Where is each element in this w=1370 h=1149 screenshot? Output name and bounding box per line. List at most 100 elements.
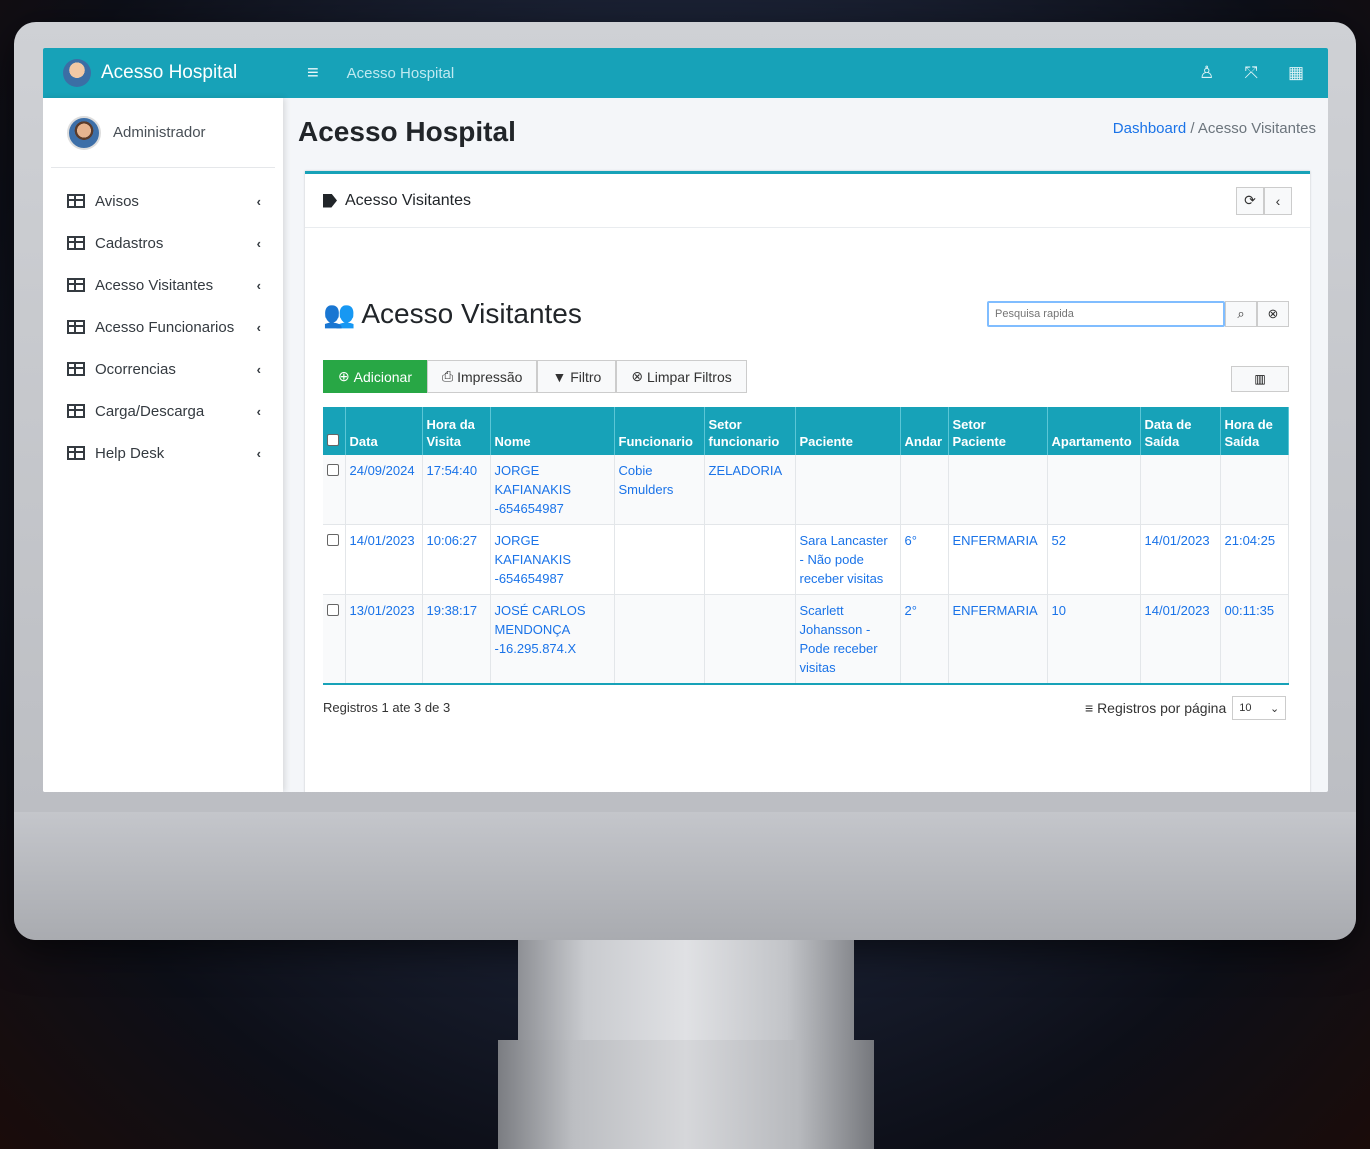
table-icon: [67, 404, 85, 418]
column-header[interactable]: Hora da Visita: [422, 407, 491, 455]
filter-button[interactable]: ▼ Filtro: [537, 360, 617, 393]
table-cell[interactable]: 10:06:27: [422, 524, 491, 595]
table-icon: [67, 236, 85, 250]
menu-toggle-icon[interactable]: ≡: [307, 62, 319, 85]
table-cell[interactable]: ZELADORIA: [704, 455, 796, 525]
table-cell[interactable]: 14/01/2023: [345, 524, 423, 595]
columns-button[interactable]: ▥: [1231, 366, 1289, 392]
table-cell[interactable]: [614, 594, 705, 685]
user-panel[interactable]: Administrador: [51, 98, 275, 168]
per-page-select[interactable]: 10 ⌄: [1232, 696, 1287, 720]
table-cell[interactable]: 52: [1047, 524, 1141, 595]
column-header[interactable]: Apartamento: [1047, 407, 1141, 455]
table-row[interactable]: 14/01/2023 10:06:27 JORGE KAFIANAKIS -65…: [323, 524, 1289, 595]
search-button[interactable]: ⌕: [1225, 301, 1257, 327]
table-cell[interactable]: 17:54:40: [422, 455, 491, 525]
table-row[interactable]: 24/09/2024 17:54:40 JORGE KAFIANAKIS -65…: [323, 455, 1289, 525]
brand[interactable]: Acesso Hospital: [43, 48, 283, 98]
refresh-icon: ⟳: [1244, 192, 1256, 208]
visitors-table: Data Hora da Visita Nome Funcionario Set…: [323, 407, 1289, 685]
table-cell[interactable]: 6°: [900, 524, 949, 595]
add-button[interactable]: ⊕ Adicionar: [323, 360, 427, 393]
per-page-control: ≡ Registros por página 10 ⌄: [1085, 696, 1287, 720]
column-header[interactable]: Andar: [900, 407, 949, 455]
table-cell[interactable]: [614, 524, 705, 595]
column-header[interactable]: Setor Paciente: [948, 407, 1048, 455]
per-page-label: Registros por página: [1097, 700, 1227, 716]
plus-circle-icon: ⊕: [338, 368, 354, 384]
monitor-stand-neck: [518, 940, 854, 1040]
sidebar-item-avisos[interactable]: Avisos ‹: [43, 180, 283, 222]
sidebar-nav: Avisos ‹ Cadastros ‹ Acesso Visitantes ‹ Ac…: [43, 168, 283, 474]
collapse-button[interactable]: ‹: [1264, 186, 1292, 215]
sidebar-item-carga-descarga[interactable]: Carga/Descarga ‹: [43, 390, 283, 432]
brand-logo-icon: [63, 59, 91, 87]
print-button[interactable]: ⎙ Impressão: [427, 360, 538, 393]
refresh-button[interactable]: ⟳: [1236, 186, 1264, 215]
row-select-cell: [323, 594, 346, 685]
table-cell[interactable]: 00:11:35: [1220, 594, 1289, 685]
section-title-text: Acesso Visitantes: [361, 298, 582, 329]
chevron-left-icon: ‹: [256, 277, 261, 293]
search-clear-button[interactable]: ⊗: [1257, 301, 1289, 327]
fullscreen-icon[interactable]: ⤧: [1244, 63, 1258, 83]
table-cell[interactable]: 2°: [900, 594, 949, 685]
row-checkbox[interactable]: [327, 464, 339, 476]
table-cell[interactable]: Cobie Smulders: [614, 455, 705, 525]
table-cell[interactable]: 19:38:17: [422, 594, 491, 685]
table-cell[interactable]: 24/09/2024: [345, 455, 423, 525]
row-select-cell: [323, 524, 346, 595]
sidebar-item-label: Cadastros: [95, 234, 164, 252]
row-select-cell: [323, 455, 346, 525]
table-cell[interactable]: Sara Lancaster - Não pode receber visita…: [795, 524, 901, 595]
table-cell[interactable]: [1047, 455, 1141, 525]
table-cell[interactable]: [795, 455, 901, 525]
clear-filters-button[interactable]: ⊗ Limpar Filtros: [616, 360, 747, 393]
row-checkbox[interactable]: [327, 534, 339, 546]
table-cell[interactable]: [948, 455, 1048, 525]
table-cell[interactable]: ENFERMARIA: [948, 594, 1048, 685]
search-input[interactable]: [987, 301, 1225, 327]
table-cell[interactable]: 21:04:25: [1220, 524, 1289, 595]
search-icon: ⌕: [1237, 306, 1245, 321]
user-icon[interactable]: ♙: [1199, 63, 1214, 83]
column-header[interactable]: Hora de Saída: [1220, 407, 1289, 455]
table-cell[interactable]: [900, 455, 949, 525]
brand-title: Acesso Hospital: [101, 62, 238, 83]
table-row[interactable]: 13/01/2023 19:38:17 JOSÉ CARLOS MENDONÇA…: [323, 594, 1289, 685]
filter-button-label: Filtro: [570, 368, 602, 385]
row-checkbox[interactable]: [327, 604, 339, 616]
screen: Acesso Hospital ≡ Acesso Hospital ♙ ⤧ ▦ …: [43, 48, 1328, 792]
sidebar-item-acesso-funcionarios[interactable]: Acesso Funcionarios ‹: [43, 306, 283, 348]
table-cell[interactable]: 10: [1047, 594, 1141, 685]
table-cell[interactable]: [1140, 455, 1221, 525]
column-header[interactable]: Funcionario: [614, 407, 705, 455]
sidebar-item-acesso-visitantes[interactable]: Acesso Visitantes ‹: [43, 264, 283, 306]
table-cell[interactable]: [1220, 455, 1289, 525]
table-cell[interactable]: Scarlett Johansson - Pode receber visita…: [795, 594, 901, 685]
table-cell[interactable]: JORGE KAFIANAKIS -654654987: [490, 524, 615, 595]
table-cell[interactable]: 14/01/2023: [1140, 524, 1221, 595]
records-summary: Registros 1 ate 3 de 3: [323, 700, 451, 715]
table-cell[interactable]: [704, 524, 796, 595]
visitors-card: Acesso Visitantes ⟳ ‹ 👥 Acesso Visitante…: [305, 171, 1310, 792]
table-cell[interactable]: JORGE KAFIANAKIS -654654987: [490, 455, 615, 525]
column-header[interactable]: Data: [345, 407, 423, 455]
tag-icon: [323, 193, 337, 208]
apps-grid-icon[interactable]: ▦: [1288, 63, 1304, 83]
table-cell[interactable]: [704, 594, 796, 685]
table-cell[interactable]: 14/01/2023: [1140, 594, 1221, 685]
column-header[interactable]: Data de Saída: [1140, 407, 1221, 455]
breadcrumb-dashboard-link[interactable]: Dashboard: [1113, 120, 1186, 137]
sidebar-item-help-desk[interactable]: Help Desk ‹: [43, 432, 283, 474]
column-header[interactable]: Setor funcionario: [704, 407, 796, 455]
sidebar-item-ocorrencias[interactable]: Ocorrencias ‹: [43, 348, 283, 390]
table-cell[interactable]: ENFERMARIA: [948, 524, 1048, 595]
select-all-header[interactable]: [323, 407, 346, 455]
sidebar-item-cadastros[interactable]: Cadastros ‹: [43, 222, 283, 264]
select-all-checkbox[interactable]: [327, 434, 339, 446]
table-cell[interactable]: 13/01/2023: [345, 594, 423, 685]
column-header[interactable]: Nome: [490, 407, 615, 455]
column-header[interactable]: Paciente: [795, 407, 901, 455]
table-cell[interactable]: JOSÉ CARLOS MENDONÇA -16.295.874.X: [490, 594, 615, 685]
